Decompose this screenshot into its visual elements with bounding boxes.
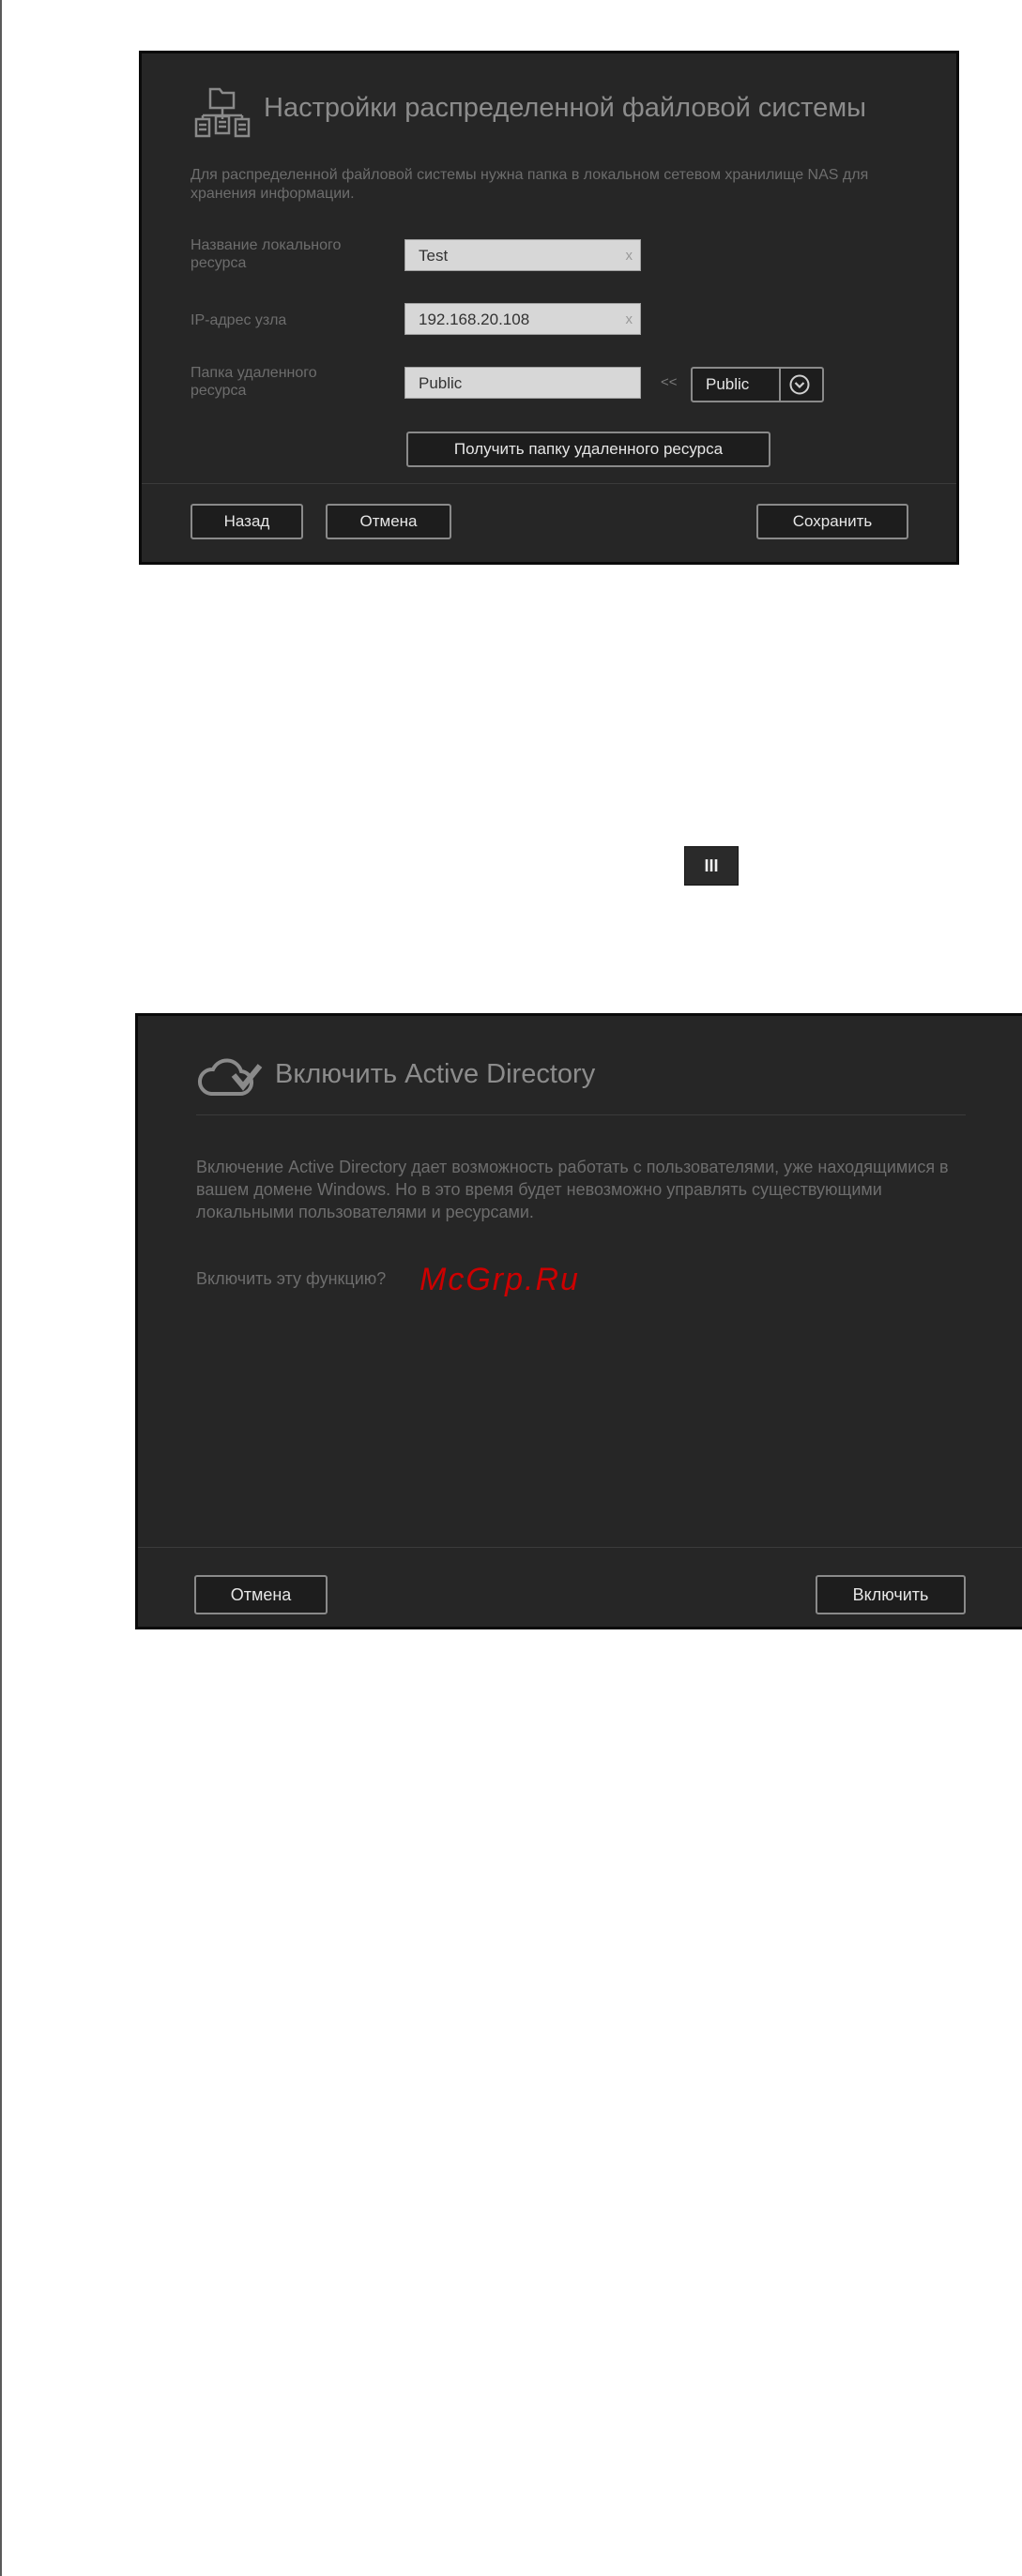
enable-button[interactable]: Включить bbox=[816, 1575, 966, 1614]
local-share-label: Название локального ресурса bbox=[191, 237, 342, 271]
local-share-value: Test bbox=[419, 247, 449, 265]
cancel-button[interactable]: Отмена bbox=[326, 504, 451, 539]
network-folders-icon bbox=[193, 82, 252, 140]
page-left-border bbox=[0, 0, 2, 2576]
copy-arrow-label: << bbox=[661, 374, 678, 390]
footer-divider bbox=[142, 483, 956, 484]
remote-folder-select[interactable]: Public bbox=[691, 367, 824, 402]
local-share-input[interactable]: Test x bbox=[404, 239, 641, 271]
host-ip-value: 192.168.20.108 bbox=[419, 311, 530, 328]
save-button[interactable]: Сохранить bbox=[756, 504, 908, 539]
pause-icon: III bbox=[704, 856, 719, 875]
dfs-dialog-title: Настройки распределенной файловой систем… bbox=[264, 93, 866, 123]
ad-cancel-button[interactable]: Отмена bbox=[194, 1575, 328, 1614]
remote-folder-value: Public bbox=[419, 374, 463, 392]
ad-dialog-description: Включение Active Directory дает возможно… bbox=[196, 1158, 949, 1221]
back-button[interactable]: Назад bbox=[191, 504, 303, 539]
dfs-dialog-description: Для распределенной файловой системы нужн… bbox=[191, 167, 869, 202]
watermark: McGrp.Ru bbox=[419, 1262, 580, 1297]
active-directory-dialog: Включить Active Directory Включение Acti… bbox=[135, 1013, 1022, 1629]
dfs-settings-dialog: Настройки распределенной файловой систем… bbox=[139, 51, 959, 565]
remote-folder-label: Папка удаленного ресурса bbox=[191, 365, 317, 399]
host-ip-input[interactable]: 192.168.20.108 x bbox=[404, 303, 641, 335]
cloud-check-icon bbox=[196, 1051, 264, 1103]
get-remote-folder-button[interactable]: Получить папку удаленного ресурса bbox=[406, 432, 770, 467]
remote-folder-input[interactable]: Public bbox=[404, 367, 641, 399]
ad-dialog-title: Включить Active Directory bbox=[275, 1059, 596, 1089]
footer-divider bbox=[138, 1547, 1022, 1548]
remote-folder-select-value: Public bbox=[706, 375, 750, 393]
ad-question: Включить эту функцию? bbox=[196, 1269, 387, 1288]
chevron-down-icon[interactable] bbox=[789, 374, 810, 395]
clear-icon[interactable]: x bbox=[626, 304, 633, 335]
clear-icon[interactable]: x bbox=[626, 240, 633, 271]
select-divider bbox=[779, 369, 781, 401]
title-divider bbox=[196, 1114, 966, 1115]
host-ip-label: IP-адрес узла bbox=[191, 312, 287, 328]
pause-button[interactable]: III bbox=[684, 846, 739, 886]
